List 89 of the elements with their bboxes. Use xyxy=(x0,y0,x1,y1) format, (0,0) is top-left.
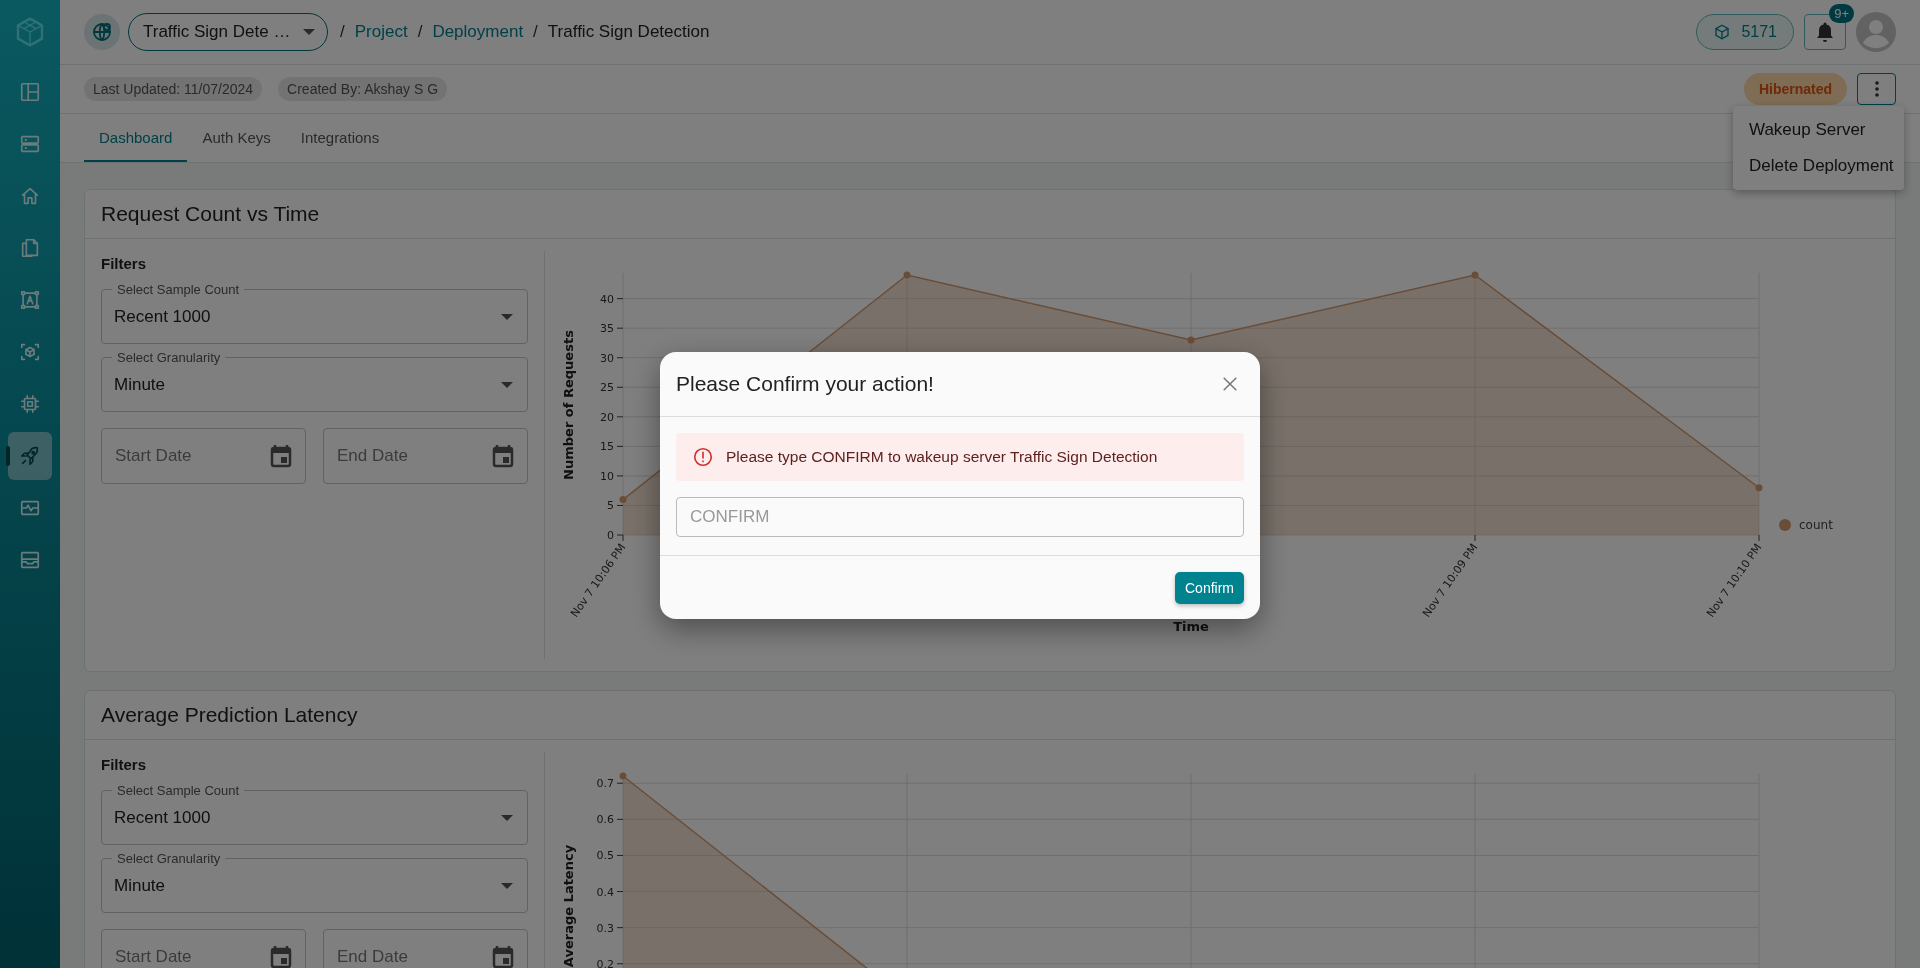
date-field[interactable]: Start Date xyxy=(101,929,306,968)
tab[interactable]: Auth Keys xyxy=(187,114,286,162)
data-point xyxy=(1471,271,1479,279)
select-field[interactable]: Select Sample Count Recent 1000 xyxy=(101,783,528,845)
axis-tick-label: 15 xyxy=(600,440,614,454)
chip-icon xyxy=(19,393,41,415)
axis-tick-label: 0.7 xyxy=(596,777,614,791)
date-field[interactable]: End Date xyxy=(323,929,528,968)
confirm-input[interactable]: CONFIRM xyxy=(676,497,1244,537)
info-chip: Created By: Akshay S G xyxy=(278,77,448,101)
cube-logo-icon xyxy=(14,16,46,48)
data-point xyxy=(619,772,627,780)
calendar-icon[interactable] xyxy=(492,945,514,968)
panel-icon xyxy=(19,81,41,103)
filters-label: Filters xyxy=(101,255,147,272)
menu-item[interactable]: Wakeup Server xyxy=(1733,112,1904,148)
more-button[interactable] xyxy=(1857,73,1896,105)
breadcrumb-current: Traffic Sign Detection xyxy=(547,22,710,42)
field-label: Select Granularity xyxy=(116,350,222,365)
axis-tick-label: 0.3 xyxy=(596,921,614,935)
axis-tick-label: 0.4 xyxy=(596,885,614,899)
cube-scan-icon xyxy=(19,341,41,363)
data-point xyxy=(619,496,627,504)
select-field[interactable]: Select Sample Count Recent 1000 xyxy=(101,282,528,344)
status-chip: Hibernated xyxy=(1743,73,1847,105)
breadcrumb-separator: / xyxy=(533,22,538,42)
axis-tick-label: 0.5 xyxy=(596,849,614,863)
axis-tick-label: 5 xyxy=(607,499,614,513)
calendar-icon[interactable] xyxy=(270,945,292,968)
notification-badge: 9+ xyxy=(1829,4,1854,23)
axis-tick-label: 0.6 xyxy=(596,813,614,827)
breadcrumb-separator: / xyxy=(417,22,423,42)
axis-tick-label: 10 xyxy=(600,469,614,483)
globe-icon xyxy=(90,20,114,44)
tab[interactable]: Dashboard xyxy=(84,114,188,162)
credits-chip[interactable]: 5171 xyxy=(1696,14,1794,50)
calendar-icon[interactable] xyxy=(492,444,514,468)
caret-icon xyxy=(501,883,513,889)
info-chip: Last Updated: 11/07/2024 xyxy=(84,77,263,101)
alert-message: Please type CONFIRM to wakeup server Traffic Sign Detection xyxy=(726,448,1158,466)
axis-tick-label: 20 xyxy=(600,410,614,424)
caret-icon xyxy=(501,382,513,388)
field-label: Select Granularity xyxy=(116,851,222,866)
date-field[interactable]: End Date xyxy=(323,428,528,484)
axis-tick-label: 35 xyxy=(600,322,614,336)
tab[interactable]: Integrations xyxy=(285,114,395,162)
axis-tick-label: 25 xyxy=(600,381,614,395)
copy-icon xyxy=(19,237,41,259)
legend-label: count xyxy=(1799,518,1833,532)
breadcrumb-separator: / xyxy=(340,22,345,42)
axis-tick-label: 0 xyxy=(607,529,614,542)
confirm-button[interactable]: Confirm xyxy=(1175,571,1244,604)
date-field[interactable]: Start Date xyxy=(101,428,306,484)
dialog-title: Please Confirm your action! xyxy=(676,372,934,396)
calendar-icon[interactable] xyxy=(270,444,292,468)
breadcrumb-link[interactable]: Project xyxy=(354,22,408,42)
globe-icon-button[interactable] xyxy=(84,14,120,50)
caret-icon xyxy=(501,815,513,821)
caret-icon xyxy=(501,314,513,320)
select-field[interactable]: Select Granularity Minute xyxy=(101,350,528,412)
card-title: Average Prediction Latency xyxy=(85,691,1895,740)
card-title: Request Count vs Time xyxy=(85,190,1895,239)
project-select[interactable]: Traffic Sign Dete … xyxy=(128,13,328,51)
filters-label: Filters xyxy=(101,756,147,773)
more-vertical-icon xyxy=(1874,81,1879,97)
axis-title: Time xyxy=(1173,619,1209,634)
server-icon xyxy=(19,133,41,155)
home-icon xyxy=(19,185,41,207)
rocket-icon xyxy=(19,445,41,467)
select-field[interactable]: Select Granularity Minute xyxy=(101,851,528,913)
cube-icon xyxy=(1713,23,1732,41)
field-label: Select Sample Count xyxy=(116,282,241,297)
axis-tick-label: 0.2 xyxy=(596,957,614,968)
text-frame-icon xyxy=(19,289,41,311)
error-icon xyxy=(692,446,714,468)
avatar-icon[interactable] xyxy=(1856,12,1896,52)
axis-tick-label: 30 xyxy=(600,351,614,365)
axis-title: Number of Requests xyxy=(561,330,576,480)
axis-title: Average Latency xyxy=(561,844,576,968)
field-label: Select Sample Count xyxy=(116,783,241,798)
data-point xyxy=(1187,336,1195,344)
axis-tick-label: 40 xyxy=(600,292,614,306)
bell-icon xyxy=(1815,21,1835,43)
data-point xyxy=(903,271,911,279)
caret-icon xyxy=(303,29,315,35)
data-point xyxy=(1755,484,1763,492)
tray-icon xyxy=(19,549,41,571)
menu-item[interactable]: Delete Deployment xyxy=(1733,148,1904,184)
breadcrumb-link[interactable]: Deployment xyxy=(432,22,524,42)
